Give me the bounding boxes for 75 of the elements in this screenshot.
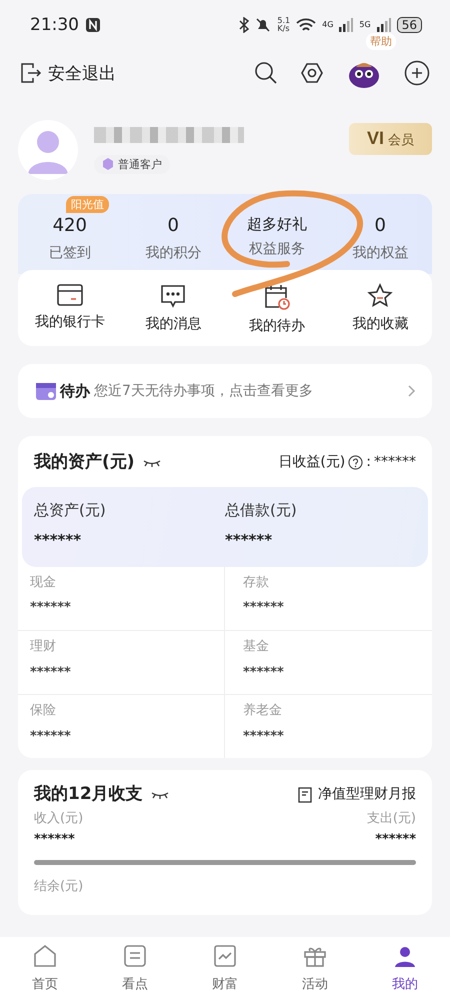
shortcut-item[interactable]: 我的待办 bbox=[225, 282, 328, 336]
asset-label: 理财 bbox=[30, 638, 56, 655]
home-icon bbox=[32, 943, 58, 969]
chevron-right-icon bbox=[408, 385, 416, 398]
asset-value: ****** bbox=[30, 600, 71, 616]
asset-label: 养老金 bbox=[243, 703, 282, 719]
sunshine-badge: 阳光值 bbox=[66, 196, 109, 213]
expense-label: 支出(元) bbox=[366, 810, 416, 826]
colon: : bbox=[366, 454, 371, 471]
speed-value: 5.1 bbox=[277, 17, 290, 25]
daily-income-value: ****** bbox=[374, 454, 416, 471]
network-label: 4G bbox=[322, 20, 334, 30]
wifi-icon bbox=[296, 18, 316, 32]
expense-value: ****** bbox=[375, 832, 416, 848]
clock: 21:30 bbox=[30, 14, 79, 36]
income-value: ****** bbox=[34, 832, 75, 848]
battery-level: 56 bbox=[396, 17, 422, 33]
balance-label: 结余(元) bbox=[34, 878, 84, 895]
total-value: ****** bbox=[225, 530, 272, 549]
asset-value: ****** bbox=[243, 600, 284, 616]
card-icon bbox=[56, 283, 83, 308]
asset-label: 现金 bbox=[30, 574, 56, 590]
vip-badge[interactable]: VI 会员 bbox=[348, 123, 432, 155]
asset-label: 保险 bbox=[30, 703, 56, 719]
settings-button[interactable] bbox=[300, 61, 324, 85]
customer-level: 普通客户 bbox=[118, 156, 162, 172]
stat-item[interactable]: 0 我的权益 bbox=[328, 214, 432, 262]
nav-tab[interactable]: 活动 bbox=[270, 937, 360, 999]
monthly-report-link[interactable]: 净值型理财月报 bbox=[298, 786, 416, 803]
signal-icon bbox=[339, 18, 354, 32]
assets-title: 我的资产(元) bbox=[34, 452, 135, 473]
search-button[interactable] bbox=[254, 61, 278, 85]
eye-closed-icon[interactable] bbox=[150, 790, 169, 800]
asset-value: ****** bbox=[243, 728, 284, 744]
shortcut-item[interactable]: 我的收藏 bbox=[328, 282, 432, 336]
document-icon bbox=[298, 786, 312, 803]
bluetooth-icon bbox=[239, 17, 250, 33]
nav-tab[interactable]: 我的 bbox=[360, 937, 450, 999]
star-icon bbox=[367, 283, 394, 310]
signal-icon bbox=[376, 18, 391, 32]
eye-closed-icon[interactable] bbox=[142, 458, 161, 468]
hexagon-icon bbox=[102, 158, 114, 170]
message-icon bbox=[160, 283, 186, 310]
speed-unit: K/s bbox=[277, 25, 290, 33]
chart-icon bbox=[212, 943, 238, 969]
logout-button[interactable]: 安全退出 bbox=[20, 62, 116, 84]
add-button[interactable] bbox=[404, 60, 430, 86]
total-label: 总借款(元) bbox=[225, 500, 297, 519]
news-icon bbox=[122, 943, 148, 969]
nfc-icon bbox=[85, 16, 101, 33]
asset-value: ****** bbox=[30, 728, 71, 744]
logout-icon bbox=[20, 62, 42, 84]
calendar-icon bbox=[36, 382, 56, 400]
help-label: 帮助 bbox=[366, 33, 396, 50]
total-value: ****** bbox=[34, 530, 82, 549]
bell-muted-icon bbox=[255, 17, 272, 33]
asset-label: 基金 bbox=[243, 638, 269, 655]
calendar-icon bbox=[262, 283, 291, 312]
stat-item[interactable]: 超多好礼 权益服务 bbox=[225, 214, 328, 262]
help-icon bbox=[348, 455, 364, 470]
network-label: 5G bbox=[359, 20, 371, 30]
asset-label: 存款 bbox=[243, 574, 269, 590]
monthly-title: 我的12月收支 bbox=[34, 784, 143, 805]
total-label: 总资产(元) bbox=[34, 500, 106, 519]
nav-tab[interactable]: 看点 bbox=[90, 937, 180, 999]
nav-tab[interactable]: 财富 bbox=[180, 937, 270, 999]
asset-value: ****** bbox=[30, 664, 71, 680]
daily-income-label: 日收益(元) bbox=[278, 454, 346, 471]
shortcut-item[interactable]: 我的消息 bbox=[122, 282, 225, 336]
todo-banner[interactable]: 待办 您近7天无待办事项，点击查看更多 bbox=[18, 364, 432, 418]
stat-item[interactable]: 0 我的积分 bbox=[122, 214, 225, 262]
asset-value: ****** bbox=[243, 664, 284, 680]
nav-tab[interactable]: 首页 bbox=[0, 937, 90, 999]
income-label: 收入(元) bbox=[34, 810, 84, 826]
shortcut-item[interactable]: 我的银行卡 bbox=[18, 282, 122, 336]
